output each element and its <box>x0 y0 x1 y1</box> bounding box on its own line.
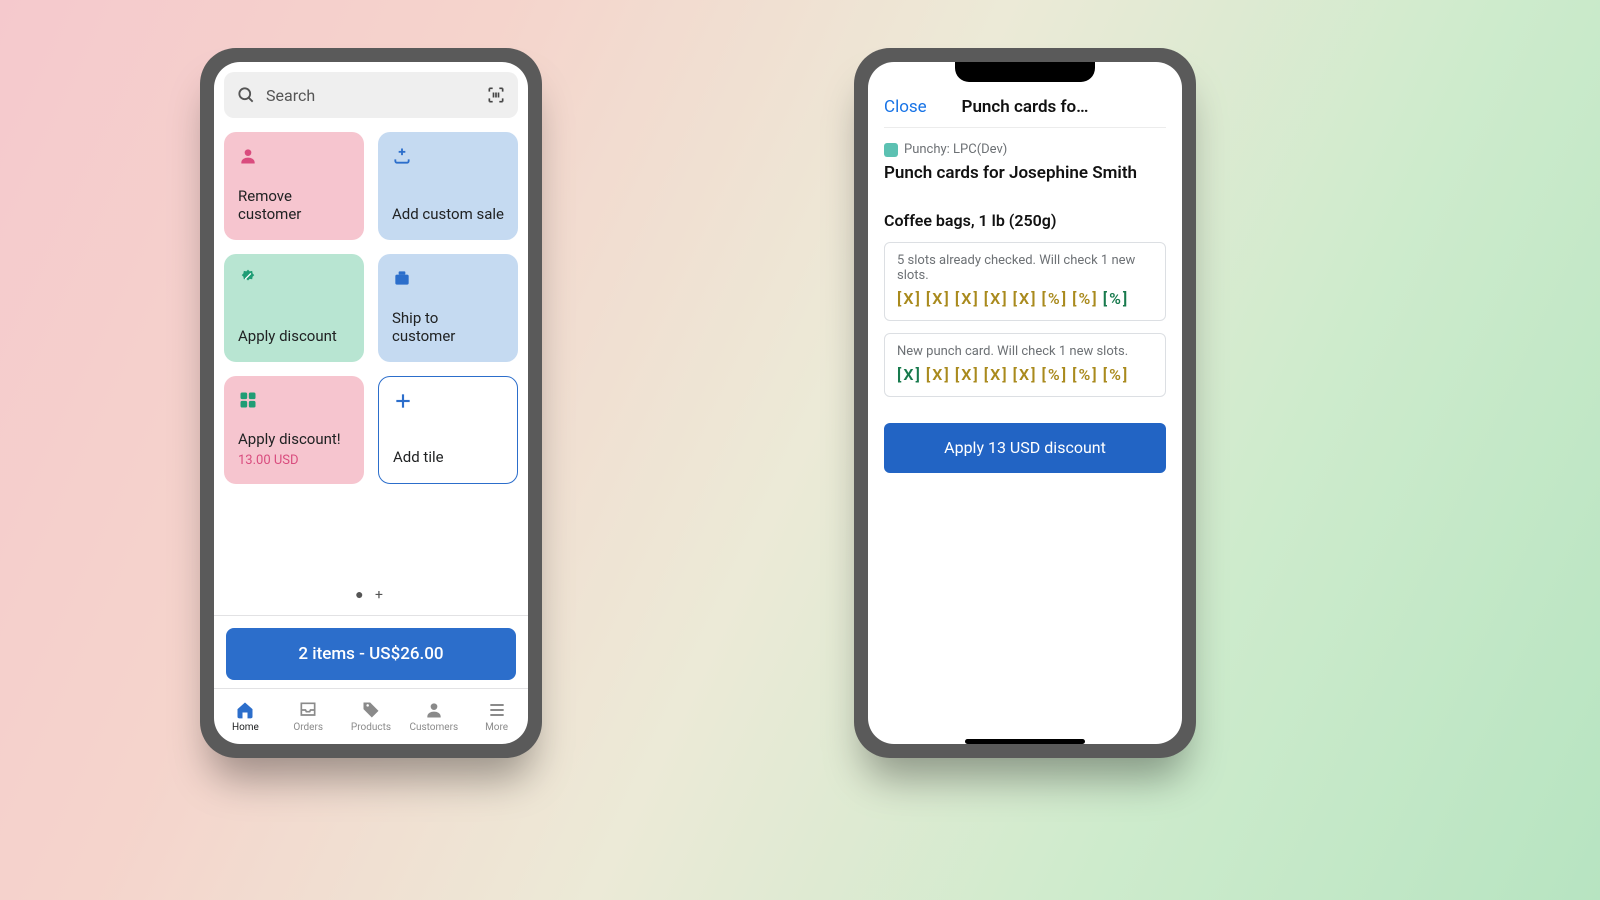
screen-left: Remove customer Add custom sale Apply di… <box>214 62 528 744</box>
tag-icon <box>361 700 381 720</box>
nav-label: Customers <box>409 722 458 733</box>
search-bar[interactable] <box>224 72 518 118</box>
tile-add-tile[interactable]: Add tile <box>378 376 518 484</box>
nav-more[interactable]: More <box>465 689 528 744</box>
barcode-scan-icon[interactable] <box>486 85 506 105</box>
nav-label: Home <box>232 722 259 733</box>
tile-label: Apply discount! <box>238 430 350 449</box>
nav-customers[interactable]: Customers <box>402 689 465 744</box>
app-source: Punchy: LPC(Dev) <box>884 142 1166 157</box>
tile-apply-discount-app[interactable]: Apply discount! 13.00 USD <box>224 376 364 484</box>
card-slots: [X][X][X][X][X][%][%][%] <box>897 365 1153 384</box>
close-button[interactable]: Close <box>884 97 927 117</box>
nav-home[interactable]: Home <box>214 689 277 744</box>
card-note: 5 slots already checked. Will check 1 ne… <box>897 253 1153 283</box>
menu-icon <box>487 700 507 720</box>
tile-label: Add custom sale <box>392 205 504 224</box>
shipping-box-icon <box>392 268 412 288</box>
nav-label: More <box>485 722 508 733</box>
tile-ship-to-customer[interactable]: Ship to customer <box>378 254 518 362</box>
divider <box>214 615 528 616</box>
nav-products[interactable]: Products <box>340 689 403 744</box>
discount-badge-icon <box>238 268 258 288</box>
person-icon <box>238 146 258 166</box>
notch <box>955 62 1095 82</box>
tile-label: Remove customer <box>238 187 350 225</box>
tile-label: Apply discount <box>238 327 350 346</box>
tile-label: Add tile <box>393 448 503 467</box>
page-indicator: ● + <box>214 578 528 615</box>
phone-frame-right: Close Punch cards fo… Punchy: LPC(Dev) P… <box>854 48 1196 758</box>
person-icon <box>424 700 444 720</box>
home-indicator <box>965 739 1085 744</box>
upload-plus-icon <box>392 146 412 166</box>
tile-remove-customer[interactable]: Remove customer <box>224 132 364 240</box>
punch-card-1: 5 slots already checked. Will check 1 ne… <box>884 242 1166 321</box>
home-icon <box>235 700 255 720</box>
screen-right: Close Punch cards fo… Punchy: LPC(Dev) P… <box>868 62 1182 744</box>
apply-discount-button[interactable]: Apply 13 USD discount <box>884 423 1166 473</box>
app-icon <box>884 143 898 157</box>
phone-frame-left: Remove customer Add custom sale Apply di… <box>200 48 542 758</box>
app-name: Punchy: LPC(Dev) <box>904 142 1007 157</box>
app-grid-icon <box>238 390 258 410</box>
modal-header: Close Punch cards fo… <box>884 86 1166 128</box>
inbox-icon <box>298 700 318 720</box>
nav-orders[interactable]: Orders <box>277 689 340 744</box>
tile-apply-discount[interactable]: Apply discount <box>224 254 364 362</box>
card-note: New punch card. Will check 1 new slots. <box>897 344 1153 359</box>
search-icon <box>236 85 256 105</box>
card-slots: [X][X][X][X][X][%][%][%] <box>897 289 1153 308</box>
tile-sublabel: 13.00 USD <box>238 453 350 468</box>
punch-card-2: New punch card. Will check 1 new slots. … <box>884 333 1166 397</box>
search-input[interactable] <box>266 86 476 105</box>
nav-label: Orders <box>293 722 323 733</box>
page-title: Punch cards for Josephine Smith <box>884 163 1166 183</box>
tile-label: Ship to customer <box>392 309 504 347</box>
nav-label: Products <box>351 722 391 733</box>
tile-add-custom-sale[interactable]: Add custom sale <box>378 132 518 240</box>
cart-button[interactable]: 2 items - US$26.00 <box>226 628 516 680</box>
tile-grid: Remove customer Add custom sale Apply di… <box>214 124 528 578</box>
product-title: Coffee bags, 1 lb (250g) <box>884 211 1166 230</box>
bottom-nav: Home Orders Products Customers More <box>214 688 528 744</box>
plus-icon <box>393 391 413 411</box>
